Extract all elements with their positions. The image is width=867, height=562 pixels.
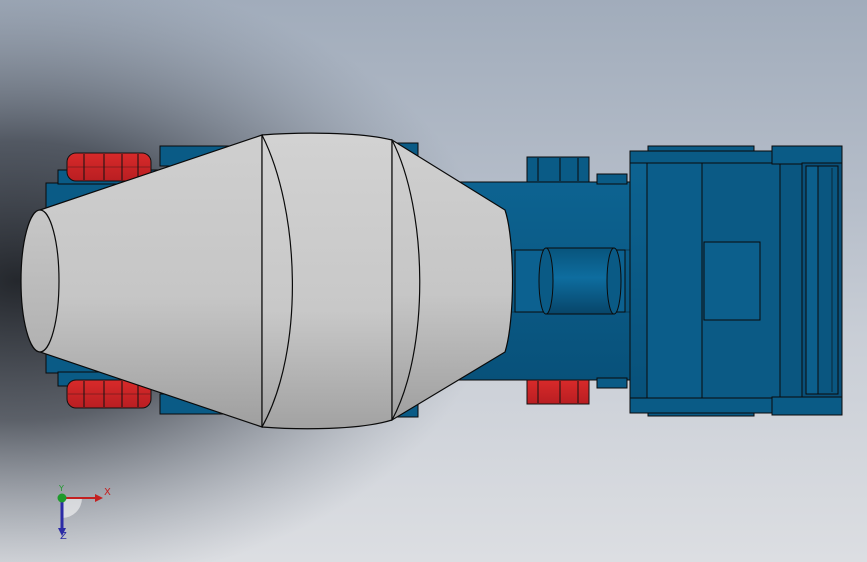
y-axis-label: Y [59,484,64,493]
drum-opening [20,209,60,353]
front-wheel-bottom [526,379,590,405]
y-axis-dot [57,493,67,503]
z-axis-label: Z [60,531,67,542]
hydraulic-cylinder [514,247,626,315]
front-wheel-top [526,156,590,183]
drum-middle [261,132,393,430]
graphics-viewport[interactable]: X Y Z [0,0,867,562]
truck-cab [629,145,843,417]
model-view[interactable] [0,0,867,562]
x-axis-label: X [104,487,111,498]
x-axis-arrow [95,494,103,502]
axis-triad: X Y Z [52,482,122,546]
